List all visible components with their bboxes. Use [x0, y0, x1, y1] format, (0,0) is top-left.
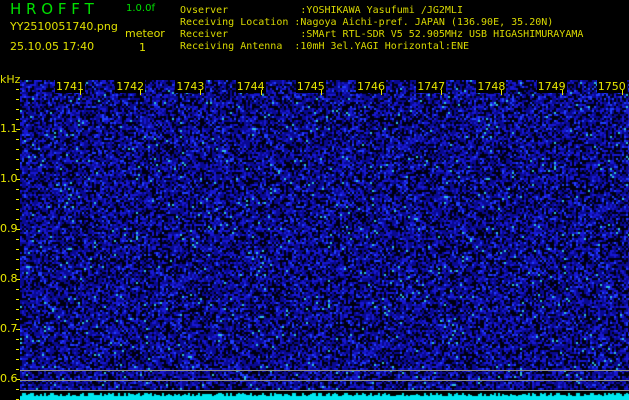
- y-minor-tick: [16, 99, 19, 100]
- y-minor-tick: [16, 249, 19, 250]
- y-minor-tick: [16, 239, 19, 240]
- y-minor-tick: [16, 209, 19, 210]
- y-tick-label: 1.1: [0, 122, 18, 135]
- y-minor-tick: [16, 309, 19, 310]
- y-tick-label: 0.7: [0, 322, 18, 335]
- y-tick-label: 0.6: [0, 372, 18, 385]
- y-minor-tick: [16, 319, 19, 320]
- y-minor-tick: [16, 199, 19, 200]
- time-tick: [561, 90, 563, 95]
- y-minor-tick: [16, 179, 20, 180]
- y-minor-tick: [16, 269, 19, 270]
- info-line: Receiving Location :Nagoya Aichi-pref. J…: [180, 17, 554, 28]
- time-tick: [200, 90, 202, 95]
- spectrogram: [20, 80, 629, 400]
- y-minor-tick: [16, 339, 19, 340]
- datetime: 25.10.05 17:40: [10, 40, 95, 53]
- y-minor-tick: [16, 159, 19, 160]
- y-minor-tick: [16, 229, 20, 230]
- info-line: Receiving Antenna :10mH 3el.YAGI Horizon…: [180, 41, 469, 52]
- filename: YY2510051740.png: [10, 20, 118, 33]
- y-minor-tick: [16, 119, 19, 120]
- y-minor-tick: [16, 359, 19, 360]
- y-minor-tick: [16, 349, 19, 350]
- y-minor-tick: [16, 139, 19, 140]
- grid-line: [20, 380, 629, 381]
- time-tick: [381, 90, 382, 95]
- info-line: Ovserver :YOSHIKAWA Yasufumi /JG2MLI: [180, 5, 463, 16]
- grid-line: [20, 390, 629, 391]
- y-tick-label: 0.8: [0, 272, 18, 285]
- y-minor-tick: [16, 379, 20, 380]
- station-info: Ovserver :YOSHIKAWA Yasufumi /JG2MLI Rece…: [180, 5, 583, 53]
- y-minor-tick: [16, 369, 19, 370]
- y-tick-label: 0.9: [0, 222, 18, 235]
- y-minor-tick: [16, 129, 20, 130]
- time-tick: [260, 90, 262, 95]
- version: 1.0.0f: [126, 3, 155, 14]
- y-minor-tick: [16, 89, 19, 90]
- y-tick-label: 1.0: [0, 172, 18, 185]
- y-minor-tick: [16, 219, 19, 220]
- time-tick: [501, 90, 503, 95]
- count: 1: [139, 41, 146, 54]
- y-minor-tick: [16, 149, 19, 150]
- time-tick: [140, 90, 142, 95]
- grid-line: [20, 370, 629, 371]
- y-minor-tick: [16, 329, 20, 330]
- y-minor-tick: [16, 259, 19, 260]
- time-tick: [320, 90, 322, 95]
- y-minor-tick: [16, 299, 19, 300]
- time-tick: [621, 90, 623, 95]
- y-minor-tick: [16, 279, 20, 280]
- y-minor-tick: [16, 169, 19, 170]
- y-unit: kHz: [0, 73, 21, 86]
- y-minor-tick: [16, 389, 19, 390]
- time-tick: [80, 90, 81, 95]
- info-line: Receiver :SMArt RTL-SDR V5 52.905MHz USB…: [180, 29, 584, 40]
- y-minor-tick: [16, 109, 19, 110]
- app-title: H R O F F T: [10, 0, 94, 18]
- time-tick: [441, 90, 443, 95]
- y-minor-tick: [16, 289, 19, 290]
- y-minor-tick: [16, 189, 19, 190]
- mode-label: meteor: [125, 27, 165, 40]
